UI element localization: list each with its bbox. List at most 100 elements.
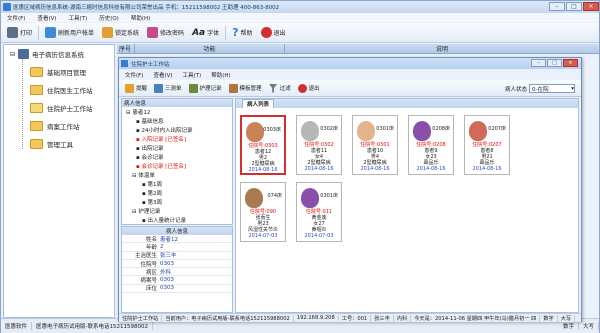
child-menu-bar: 文件(F) 查看(V) 工具(T) 帮助(H) (119, 70, 581, 79)
collapse-icon[interactable]: ⊟ (10, 51, 15, 58)
tab-patient-list[interactable]: 病人列表 (242, 99, 275, 108)
child-title-bar: 住院护士工作站 – □ × (119, 58, 581, 69)
status-capslock: 大写 (579, 322, 599, 330)
bed-number: 0301床 (320, 193, 338, 199)
reminder-button[interactable]: 提醒 (123, 83, 149, 94)
child-exit-button[interactable]: 退出 (296, 83, 322, 94)
print-label: 打印 (20, 30, 33, 37)
col-index[interactable]: 序号 (117, 44, 135, 53)
tree-node-week[interactable]: ▪ 第2周 (142, 189, 162, 197)
patient-state-filter: 病人状态 0-在院 ▾ (505, 84, 575, 93)
patient-avatar (301, 188, 319, 208)
child-menu-file[interactable]: 文件(F) (125, 71, 143, 79)
tree-root-label: 电子病历信息系统 (32, 51, 85, 59)
help-label: 帮助 (240, 30, 253, 37)
diagnosis: 2型糖尿病 (307, 160, 331, 166)
help-icon: ? (232, 26, 239, 39)
chart-icon (154, 83, 164, 93)
status-staff-name: 张三丰 (371, 314, 394, 322)
patient-list-panel: 病人列表 0303床 住院号:0303 患者12 男2 2型糖尿病 2014-08-16 0… (235, 98, 579, 313)
state-value: 0-在院 (532, 86, 549, 93)
maximize-button[interactable]: □ (566, 2, 582, 11)
status-ip: 192.168.9.208 (294, 315, 339, 321)
tree-item-label: 管理工具 (47, 141, 73, 149)
col-function[interactable]: 功能 (135, 44, 285, 53)
tree-item-records[interactable]: 病案工作站 (30, 121, 80, 131)
patient-card[interactable]: 0208床 住院号:0208 患者9 女23 幕品乐 2014-08-16 (408, 115, 454, 175)
status-numlock: 数字 (540, 314, 558, 322)
lock-icon (102, 27, 114, 38)
tree-root[interactable]: ⊟ 电子病历信息系统 (10, 49, 84, 59)
tree-item-basic[interactable]: 基础项目管理 (30, 67, 86, 77)
change-password-button[interactable]: 修改密码 (145, 26, 186, 39)
child-close-button[interactable]: × (563, 59, 578, 67)
template-button[interactable]: 模板管理 (227, 83, 264, 94)
tree-item-doctor[interactable]: 住院医生工作站 (30, 85, 93, 95)
diagnosis: 2型糖尿病 (363, 160, 387, 166)
patient-card[interactable]: 0301床 住院号:0301 患者10 男4 2型糖尿病 2014-08-16 (352, 115, 398, 175)
tree-node[interactable]: ▪ 会诊记录 (136, 153, 164, 161)
print-button[interactable]: 打印 (5, 26, 34, 39)
tree-node-signed[interactable]: ▪ 会诊记录 [已签名] (136, 162, 186, 170)
admission-date: 2014-08-16 (416, 166, 446, 172)
tree-node-week[interactable]: ▪ 第3周 (142, 198, 162, 206)
admission-date: 2014-08-16 (472, 166, 502, 172)
child-menu-view[interactable]: 查看(V) (153, 71, 172, 79)
filter-button[interactable]: 过滤 (267, 83, 293, 94)
exit-button[interactable]: 退出 (259, 26, 288, 39)
tree-node[interactable]: ▪ 出院记录 (136, 144, 164, 152)
patient-card[interactable]: 074床 住院号:090 张而生 男23 风湿性关节炎 2014-07-03 (240, 182, 286, 242)
patient-card[interactable]: 0207床 住院号:0207 患者8 男21 幕品乐 2014-08-16 (464, 115, 510, 175)
col-description[interactable]: 说明 (285, 44, 599, 53)
menu-history[interactable]: 历史(O) (99, 14, 119, 22)
reminder-label: 提醒 (136, 86, 148, 92)
menu-tools[interactable]: 工具(T) (69, 14, 88, 22)
tree-item-nurse[interactable]: 住院护士工作站 (30, 103, 93, 113)
patient-info-panel: 病人信息 姓名 患者12 年龄 2 主治医生 张三丰 住院号 0303 病区 外科 病案号… (121, 226, 233, 313)
font-button[interactable]: Aa 字体 (190, 27, 221, 39)
child-menu-tools[interactable]: 工具(T) (183, 71, 202, 79)
diagnosis: 幕品乐 (479, 160, 495, 166)
menu-help[interactable]: 帮助(H) (131, 14, 150, 22)
patient-card[interactable]: 0303床 住院号:0303 患者12 男2 2型糖尿病 2014-08-16 (240, 115, 286, 175)
nursing-record-button[interactable]: 护理记录 (187, 83, 224, 94)
tree-item-admin[interactable]: 管理工具 (30, 139, 73, 149)
child-menu-help[interactable]: 帮助(H) (211, 71, 230, 79)
patient-card[interactable]: 0301床 住院号:011 黄金莲 女27 鼻咽炎 2014-07-03 (296, 182, 342, 242)
patient-card[interactable]: 0302床 住院号:0302 患者11 女4 2型糖尿病 2014-08-16 (296, 115, 342, 175)
child-maximize-button[interactable]: □ (547, 59, 562, 67)
patient-avatar (301, 121, 319, 141)
font-icon: Aa (192, 27, 206, 38)
tree-node-nursing[interactable]: ⊟ 护理记录 (132, 207, 160, 215)
refresh-bill-button[interactable]: 刷新用户帐单 (43, 26, 96, 39)
printer-icon (7, 27, 18, 38)
state-select[interactable]: 0-在院 ▾ (529, 84, 575, 93)
nursing-label: 护理记录 (199, 86, 222, 92)
child-minimize-button[interactable]: – (531, 59, 546, 67)
tree-item-label: 基础项目管理 (47, 69, 86, 77)
patient-record-tree: 病人信息 ⊟ 患者12 ▪ 基础信息 ▪ 24小时内入出院记录 ▪ 入院记录 [… (121, 98, 233, 225)
tree-node-signed[interactable]: ▪ 入院记录 [已签名] (136, 135, 186, 143)
tree-node-week[interactable]: ▪ 第1周 (142, 180, 162, 188)
tree-item-label: 病案工作站 (47, 123, 80, 131)
minimize-button[interactable]: – (549, 2, 565, 11)
close-button[interactable]: × (583, 2, 599, 11)
patient-avatar (469, 121, 487, 141)
menu-file[interactable]: 文件(F) (7, 14, 25, 22)
tree-node[interactable]: ▪ 出入量统计记录 (142, 216, 186, 224)
patient-avatar (246, 122, 264, 142)
tree-node[interactable]: ▪ 24小时内入出院记录 (136, 126, 192, 134)
help-button[interactable]: ? 帮助 (230, 25, 254, 40)
tree-node[interactable]: ▪ 基础信息 (136, 117, 164, 125)
tree-panel-title: 病人信息 (122, 99, 232, 107)
admission-date: 2014-08-16 (304, 166, 334, 172)
child-window-controls: – □ × (531, 59, 578, 67)
lock-system-button[interactable]: 锁定系统 (100, 26, 141, 39)
menu-view[interactable]: 查看(V) (37, 14, 56, 22)
vitals-chart-button[interactable]: 三测单 (152, 83, 184, 94)
refresh-label: 刷新用户帐单 (58, 30, 95, 37)
password-label: 修改密码 (160, 30, 185, 37)
tree-node-patient[interactable]: ⊟ 患者12 (126, 108, 150, 116)
toolbar-separator (38, 25, 40, 40)
tree-node-temperature[interactable]: ⊟ 体温单 (132, 171, 155, 179)
